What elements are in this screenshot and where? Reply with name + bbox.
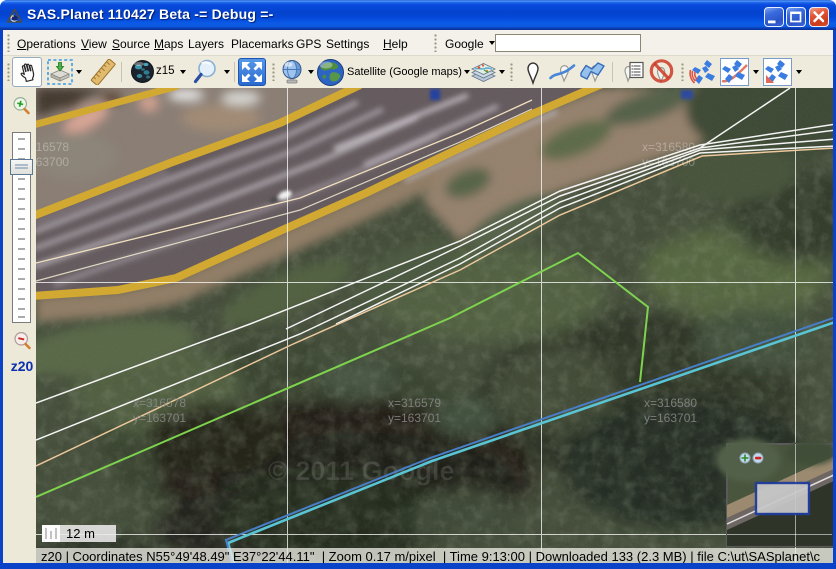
svg-text:x=316579: x=316579 xyxy=(388,396,441,410)
svg-text:x=316578: x=316578 xyxy=(133,396,186,410)
svg-text:y=163701: y=163701 xyxy=(644,411,697,425)
svg-text:y=163700: y=163700 xyxy=(642,155,695,169)
svg-text:y=163701: y=163701 xyxy=(388,411,441,425)
svg-text:12 m: 12 m xyxy=(66,526,95,541)
svg-text:x=316580: x=316580 xyxy=(642,140,695,154)
svg-text:© 2011 Google: © 2011 Google xyxy=(268,456,454,486)
svg-text:x=316580: x=316580 xyxy=(644,396,697,410)
svg-text:y=163701: y=163701 xyxy=(133,411,186,425)
svg-text:x=316578: x=316578 xyxy=(36,140,69,154)
svg-text:y=163700: y=163700 xyxy=(36,155,69,169)
